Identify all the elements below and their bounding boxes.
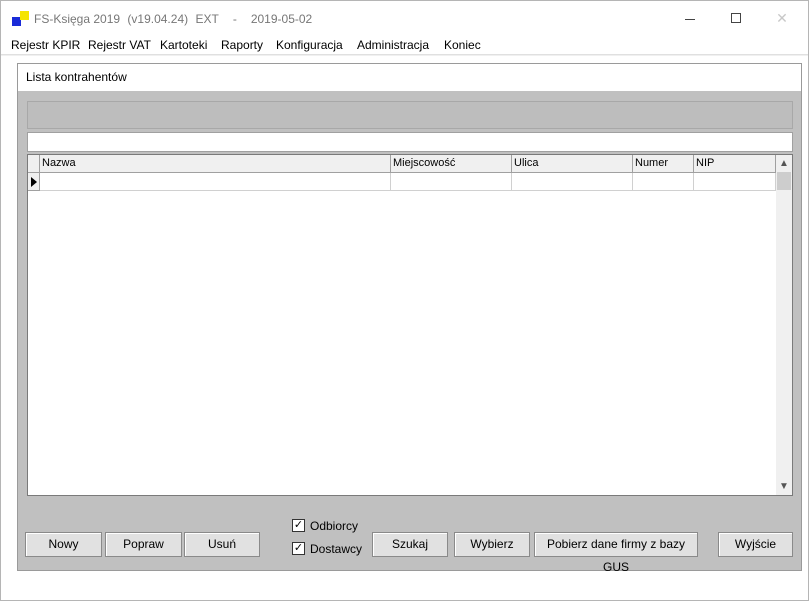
- current-row-indicator[interactable]: [28, 173, 40, 191]
- menu-koniec[interactable]: Koniec: [444, 38, 481, 52]
- edit-button[interactable]: Popraw: [105, 532, 182, 557]
- menu-konfiguracja[interactable]: Konfiguracja: [276, 38, 343, 52]
- table-row[interactable]: [40, 173, 776, 191]
- column-header-ulica[interactable]: Ulica: [512, 155, 633, 173]
- title-bar[interactable]: FS-Księga 2019 (v19.04.24) EXT - 2019-05…: [1, 1, 808, 35]
- scrollbar-thumb[interactable]: [777, 172, 791, 190]
- column-header-nip[interactable]: NIP: [694, 155, 776, 173]
- exit-button[interactable]: Wyjście: [718, 532, 793, 557]
- close-button[interactable]: ✕: [759, 1, 805, 35]
- window-title: FS-Księga 2019 (v19.04.24) EXT - 2019-05…: [34, 12, 316, 26]
- working-date: 2019-05-02: [250, 12, 313, 26]
- column-header-numer[interactable]: Numer: [633, 155, 694, 173]
- minimize-icon: [685, 19, 695, 20]
- row-indicator-header: [28, 155, 40, 173]
- new-button[interactable]: Nowy: [25, 532, 102, 557]
- cell-nip[interactable]: [694, 173, 776, 191]
- app-version: (v19.04.24): [127, 12, 189, 26]
- scroll-up-icon[interactable]: ▲: [776, 155, 792, 172]
- minimize-button[interactable]: [667, 1, 713, 35]
- menu-administracja[interactable]: Administracja: [357, 38, 429, 52]
- filter-panel: [27, 101, 793, 129]
- suppliers-label: Dostawcy: [310, 542, 363, 556]
- app-logo-icon: [12, 11, 30, 27]
- gus-import-button[interactable]: Pobierz dane firmy z bazy GUS: [534, 532, 698, 574]
- grid-header: Nazwa Miejscowość Ulica Numer NIP: [28, 155, 776, 173]
- row-pointer-icon: [31, 177, 37, 187]
- maximize-button[interactable]: [713, 1, 759, 35]
- cell-miejscowosc[interactable]: [391, 173, 512, 191]
- search-input[interactable]: [27, 132, 793, 152]
- recipients-label: Odbiorcy: [310, 519, 359, 533]
- cell-nazwa[interactable]: [40, 173, 391, 191]
- app-edition: EXT: [195, 12, 219, 26]
- column-header-miejscowosc[interactable]: Miejscowość: [391, 155, 512, 173]
- column-header-nazwa[interactable]: Nazwa: [40, 155, 391, 173]
- app-window: FS-Księga 2019 (v19.04.24) EXT - 2019-05…: [0, 0, 809, 601]
- menu-bar: Rejestr KPIR Rejestr VAT Kartoteki Rapor…: [1, 35, 808, 55]
- dialog-title: Lista kontrahentów: [26, 70, 127, 84]
- maximize-icon: [731, 13, 741, 23]
- close-icon: ✕: [776, 10, 788, 26]
- search-button[interactable]: Szukaj: [372, 532, 448, 557]
- dialog-title-bar[interactable]: Lista kontrahentów: [18, 64, 801, 91]
- menu-rejestr-vat[interactable]: Rejestr VAT: [88, 38, 151, 52]
- vertical-scrollbar[interactable]: ▲ ▼: [776, 155, 792, 495]
- cell-numer[interactable]: [633, 173, 694, 191]
- recipients-checkbox[interactable]: ✓ Odbiorcy: [292, 519, 372, 535]
- select-button[interactable]: Wybierz: [454, 532, 530, 557]
- suppliers-checkbox[interactable]: ✓ Dostawcy: [292, 542, 372, 558]
- title-separator: -: [232, 12, 237, 26]
- contractors-grid[interactable]: Nazwa Miejscowość Ulica Numer NIP ▲ ▼: [27, 154, 793, 496]
- menu-kartoteki[interactable]: Kartoteki: [160, 38, 207, 52]
- scroll-down-icon[interactable]: ▼: [776, 478, 792, 495]
- menu-rejestr-kpir[interactable]: Rejestr KPIR: [11, 38, 80, 52]
- menu-raporty[interactable]: Raporty: [221, 38, 263, 52]
- cell-ulica[interactable]: [512, 173, 633, 191]
- checkbox-check-icon: ✓: [292, 542, 305, 555]
- contractors-dialog: Lista kontrahentów Nazwa Miejscowość Uli…: [17, 63, 802, 574]
- app-name: FS-Księga 2019: [34, 12, 121, 26]
- delete-button[interactable]: Usuń: [184, 532, 260, 557]
- checkbox-check-icon: ✓: [292, 519, 305, 532]
